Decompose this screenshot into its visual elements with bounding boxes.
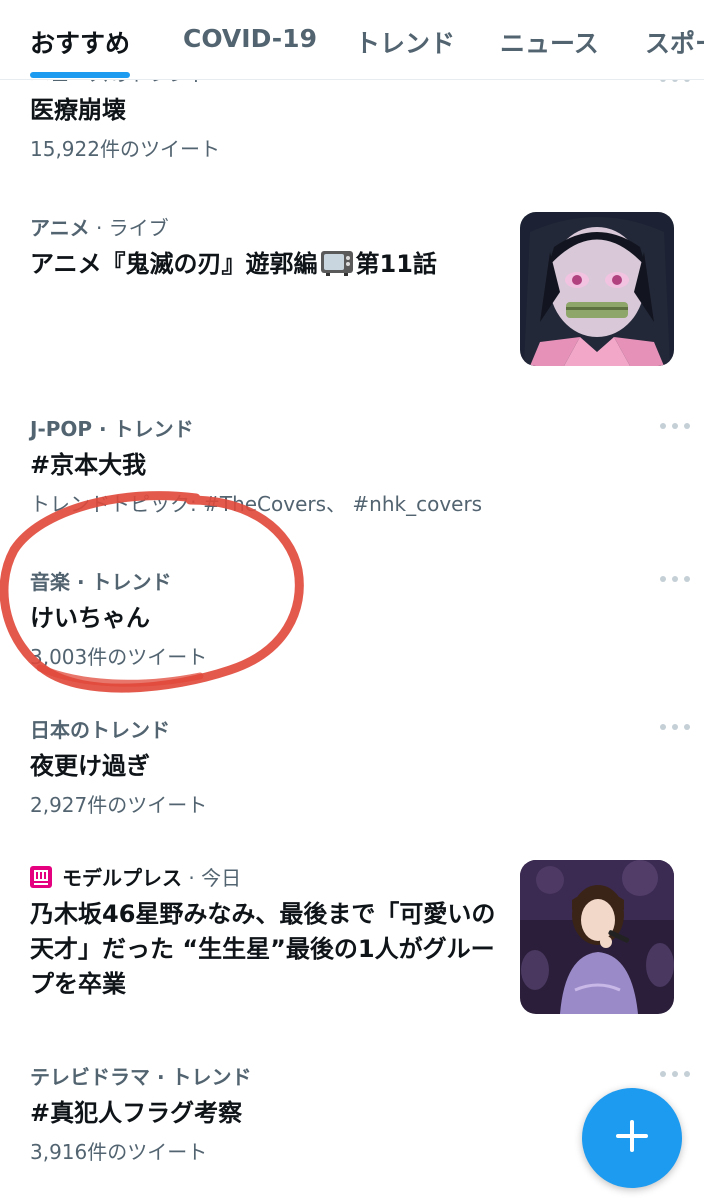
concert-photo[interactable]: [520, 860, 674, 1014]
tab-trends[interactable]: トレンド: [355, 24, 455, 60]
more-icon[interactable]: [660, 421, 690, 431]
trend-title: けいちゃん: [30, 604, 150, 632]
news-timestamp: · 今日: [182, 866, 242, 890]
explore-tabs: おすすめ COVID-19 トレンド ニュース スポー: [0, 0, 704, 80]
trend-category: 日本のトレンド: [30, 718, 170, 742]
active-tab-indicator: [30, 72, 130, 78]
modelpress-logo-icon: [30, 866, 52, 888]
news-source: モデルプレス: [62, 866, 182, 890]
more-icon[interactable]: [660, 1069, 690, 1079]
trend-category: 音楽 · トレンド: [30, 570, 172, 594]
tab-news[interactable]: ニュース: [500, 24, 599, 60]
tweet-count: 2,927件のツイート: [30, 793, 208, 817]
plus-icon: [614, 1118, 650, 1158]
trend-title: アニメ『鬼滅の刃』遊郭編: [30, 250, 318, 278]
compose-button[interactable]: [582, 1088, 682, 1188]
trend-item[interactable]: J-POP · トレンド #京本大我 トレンドトピック: #TheCovers、…: [30, 413, 690, 517]
more-icon[interactable]: [660, 574, 690, 584]
more-icon[interactable]: [660, 722, 690, 732]
news-headline: 乃木坂46星野みなみ、最後まで「可愛いの天才」だった “生生星”最後の1人がグル…: [30, 900, 496, 998]
trend-item[interactable]: 音楽 · トレンド けいちゃん 3,003件のツイート: [30, 566, 690, 670]
trend-title: #京本大我: [30, 451, 147, 479]
tweet-count: 15,922件のツイート: [30, 137, 220, 161]
tab-recommended[interactable]: おすすめ: [30, 24, 130, 60]
trend-category: テレビドラマ · トレンド: [30, 1065, 252, 1089]
tab-sports[interactable]: スポー: [645, 24, 704, 60]
trend-topics: トレンドトピック: #TheCovers、 #nhk_covers: [30, 492, 483, 516]
trend-title-suffix: 第11話: [355, 250, 437, 278]
trend-title: 医療崩壊: [30, 96, 126, 124]
trend-category: J-POP · トレンド: [30, 417, 194, 441]
tab-covid-19[interactable]: COVID-19: [183, 24, 317, 53]
anime-thumbnail[interactable]: [520, 212, 674, 366]
tweet-count: 3,003件のツイート: [30, 645, 208, 669]
trend-title: 夜更け過ぎ: [30, 752, 150, 780]
trend-category: アニメ: [30, 216, 90, 240]
television-icon: [320, 248, 354, 276]
trend-context: · ライブ: [89, 216, 169, 240]
trend-item[interactable]: 日本のトレンド 夜更け過ぎ 2,927件のツイート: [30, 714, 690, 818]
